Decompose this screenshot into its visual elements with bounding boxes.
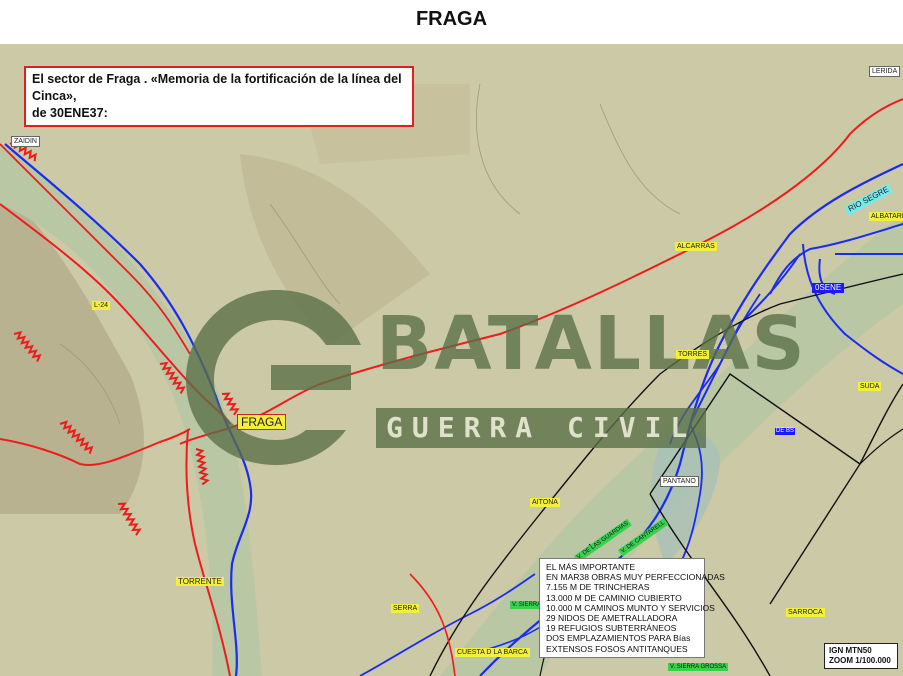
summary-line: 19 REFUGIOS SUBTERRÁNEOS bbox=[546, 623, 677, 634]
label-sudanell: SUDA bbox=[858, 382, 882, 391]
summary-line: DOS EMPLAZAMIENTOS PARA Bías bbox=[546, 633, 691, 644]
label-zaidin: ZAIDIN bbox=[11, 136, 40, 147]
page-title: FRAGA bbox=[415, 8, 488, 30]
callout-line-1: El sector de Fraga . «Memoria de la fort… bbox=[32, 72, 402, 103]
label-cuesta: CUESTA D LA BARCA bbox=[455, 648, 530, 657]
scale-source: IGN MTN50 bbox=[829, 646, 872, 655]
label-blue-unit-small: DE BS bbox=[775, 428, 796, 435]
label-lerida: LERIDA bbox=[869, 66, 901, 77]
summary-line: 7.155 M DE TRINCHERAS bbox=[546, 582, 650, 593]
summary-line: EL MÁS IMPORTANTE bbox=[546, 562, 636, 572]
scale-box: IGN MTN50 ZOOM 1/100.000 bbox=[824, 643, 898, 669]
label-pantano: PANTANO bbox=[660, 476, 699, 487]
summary-box: EL MÁS IMPORTANTE EN MAR38 OBRAS MUY PER… bbox=[539, 558, 725, 658]
label-alcarras: ALCARRAS bbox=[675, 242, 717, 251]
scale-zoom: ZOOM 1/100.000 bbox=[829, 656, 891, 665]
map-panel[interactable]: BATALLAS GUERRA CIVIL ZAIDIN LERIDA L-24… bbox=[0, 44, 903, 676]
label-v-sierra-grossa: V. SIERRA GROSSA bbox=[668, 663, 729, 671]
callout-line-2: de 30ENE37: bbox=[32, 106, 108, 120]
summary-line: EN MAR38 OBRAS MUY PERFECCIONADAS bbox=[546, 572, 725, 583]
label-torrente: TORRENTE bbox=[176, 577, 224, 586]
label-blue-unit: 0SENE bbox=[812, 283, 845, 293]
summary-line: 10.000 M CAMINOS MUNTO Y SERVICIOS bbox=[546, 602, 715, 613]
summary-line: EXTENSOS FOSOS ANTITANQUES bbox=[546, 643, 688, 654]
label-serra: SERRA bbox=[391, 604, 420, 613]
summary-line: 13.000 M DE CAMINIO CUBIERTO bbox=[546, 592, 682, 603]
label-sarroca: SARROCA bbox=[786, 608, 825, 617]
map-svg bbox=[0, 44, 903, 676]
label-torres: TORRES bbox=[676, 350, 710, 359]
label-fraga: FRAGA bbox=[237, 414, 287, 430]
label-aitona: AITONA bbox=[530, 498, 560, 507]
label-l24: L-24 bbox=[92, 301, 111, 310]
label-albatarrec: ALBATARREC bbox=[869, 212, 903, 221]
summary-line: 29 NIDOS DE AMETRALLADORA bbox=[546, 613, 678, 624]
callout-box: El sector de Fraga . «Memoria de la fort… bbox=[24, 66, 414, 127]
